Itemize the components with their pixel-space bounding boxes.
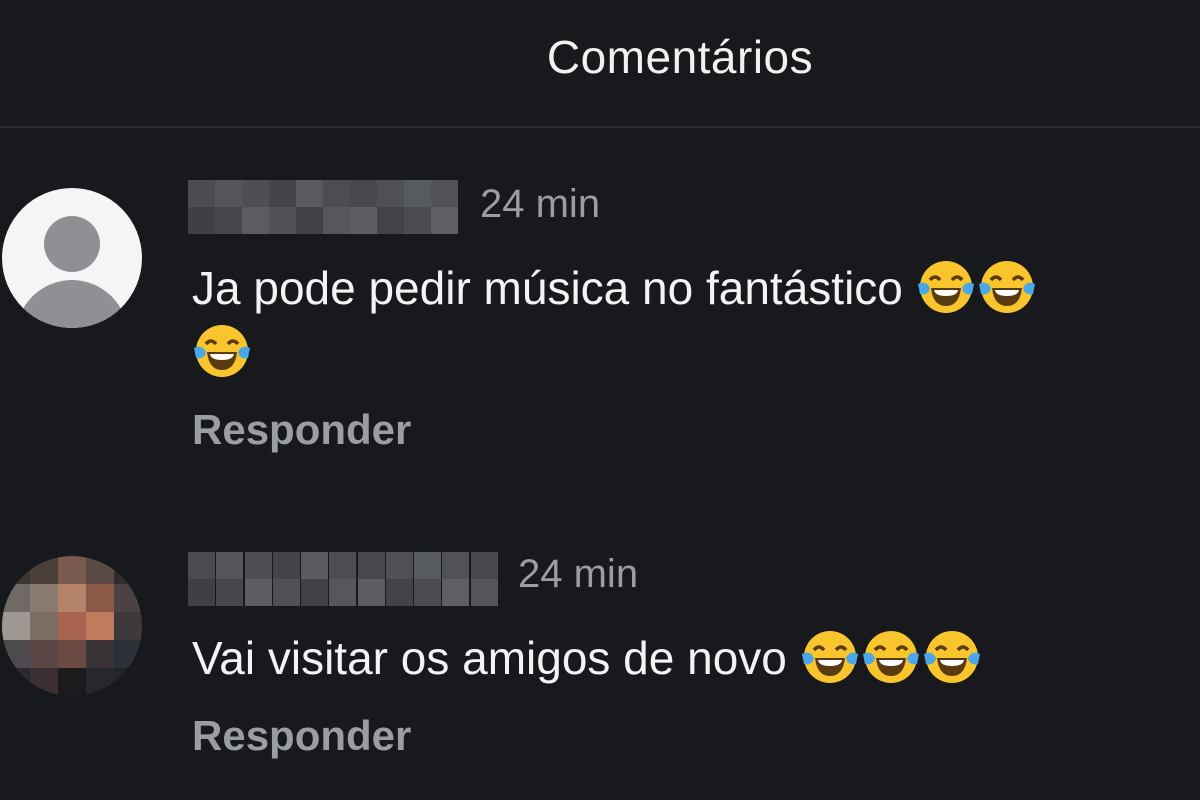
- laughing-emoji-icon: [801, 631, 858, 683]
- page-title: Comentários: [546, 31, 814, 83]
- comment-body: Vai visitar os amigos de novo: [192, 632, 787, 684]
- reply-button[interactable]: Responder: [192, 406, 411, 454]
- comment-text: Vai visitar os amigos de novo: [192, 626, 983, 690]
- comments-header: Comentários: [0, 0, 1200, 128]
- comment-text-continued: [192, 320, 253, 384]
- avatar[interactable]: [2, 188, 142, 328]
- comment-timestamp: 24 min: [518, 552, 639, 596]
- laughing-emoji-icon: [862, 631, 919, 683]
- user-silhouette-head: [44, 216, 100, 272]
- comment-timestamp: 24 min: [480, 182, 601, 226]
- username-blurred[interactable]: [188, 180, 458, 234]
- comment-body: Ja pode pedir música no fantástico: [192, 262, 903, 314]
- user-silhouette-body: [16, 280, 128, 328]
- reply-button[interactable]: Responder: [192, 712, 411, 760]
- laughing-emoji-icon: [194, 325, 250, 377]
- comment-text: Ja pode pedir música no fantástico: [192, 256, 1038, 320]
- laughing-emoji-icon: [978, 261, 1035, 313]
- laughing-emoji-icon: [917, 261, 974, 313]
- laughing-emoji-icon: [923, 631, 980, 683]
- avatar[interactable]: [2, 556, 142, 696]
- username-blurred[interactable]: [188, 552, 499, 606]
